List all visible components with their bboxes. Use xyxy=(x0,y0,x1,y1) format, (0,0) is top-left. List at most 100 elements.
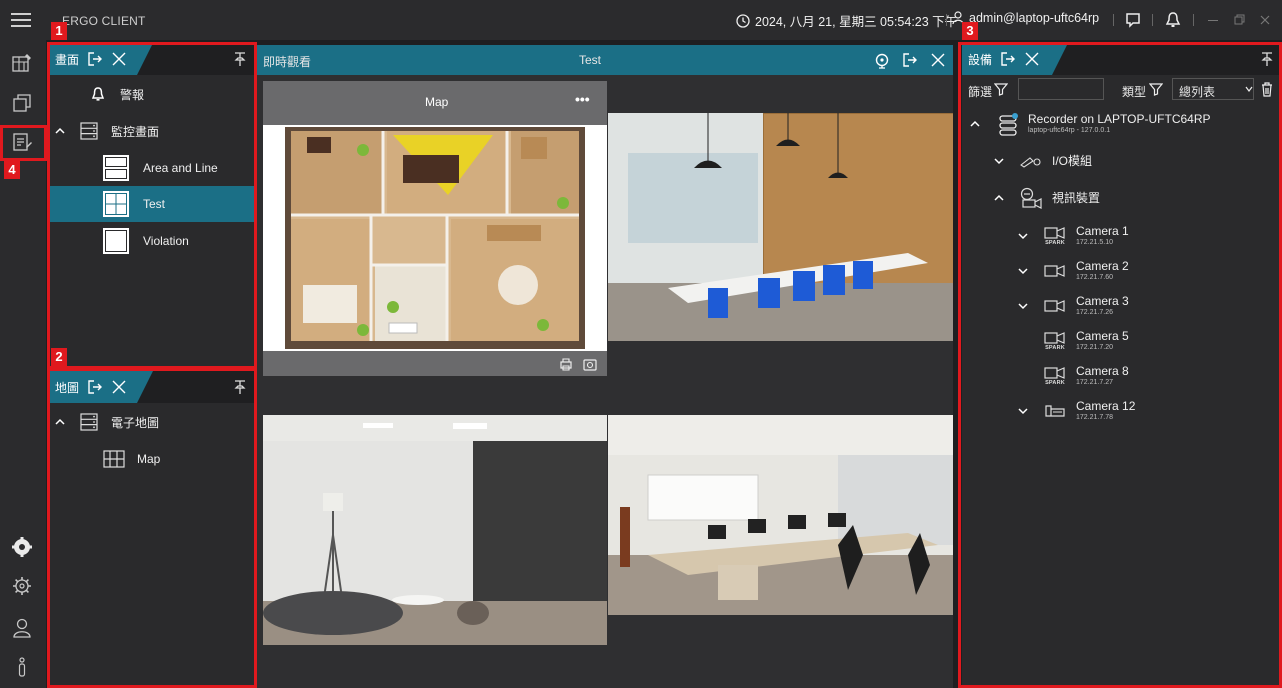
camera-icon xyxy=(1042,299,1068,313)
filter-icon[interactable] xyxy=(1149,82,1163,96)
close-icon[interactable] xyxy=(111,379,127,395)
camera-icon: SPARK xyxy=(1042,331,1068,351)
devices-panel: 設備 篩選 類型 總列表 Recorder on LAPTOP-UFTC64RP… xyxy=(962,43,1280,688)
chevron-up-icon[interactable] xyxy=(55,417,65,427)
tab-views[interactable]: 畫面 xyxy=(49,43,153,75)
type-label: 類型 xyxy=(1122,85,1147,99)
chevron-down-icon[interactable] xyxy=(1018,301,1028,311)
fisheye-camera-icon xyxy=(1042,403,1068,419)
tree-group-emap[interactable]: 電子地圖 xyxy=(49,404,254,440)
camera-badge: SPARK xyxy=(1045,380,1065,386)
server-icon xyxy=(79,412,99,432)
layout-quad-icon xyxy=(102,190,130,218)
restore-icon[interactable] xyxy=(1232,11,1250,29)
tree-item-label: 監控畫面 xyxy=(111,124,160,139)
tree-item-violation[interactable]: Violation xyxy=(49,223,254,259)
map-cell[interactable]: Map ••• xyxy=(263,81,607,376)
live-view-label: 即時觀看 xyxy=(263,55,312,69)
camera-ip: 172.21.7.78 xyxy=(1076,414,1113,421)
close-icon[interactable] xyxy=(111,51,127,67)
camera-row[interactable]: Camera 3 172.21.7.26 xyxy=(962,293,1280,319)
minimize-icon[interactable] xyxy=(1206,11,1224,29)
camera-view-1[interactable] xyxy=(608,81,953,376)
tree-item-label: Area and Line xyxy=(143,161,218,175)
tree-item-alarm[interactable]: 警報 xyxy=(49,76,254,112)
chevron-down-icon[interactable] xyxy=(1018,231,1028,241)
video-grid: Map ••• xyxy=(257,75,953,688)
camera-name: Camera 3 xyxy=(1076,294,1129,308)
recorder-row[interactable]: Recorder on LAPTOP-UFTC64RP laptop-uftc6… xyxy=(962,111,1280,137)
chevron-up-icon[interactable] xyxy=(55,126,65,136)
camera-row[interactable]: SPARK Camera 1 172.21.5.10 xyxy=(962,223,1280,249)
filter-icon[interactable] xyxy=(994,82,1008,96)
advanced-settings-icon[interactable] xyxy=(11,575,33,597)
annotation-label-3: 3 xyxy=(962,22,978,40)
export-icon[interactable] xyxy=(1000,51,1016,67)
clock-icon xyxy=(736,13,750,28)
message-icon[interactable] xyxy=(1124,11,1142,29)
windows-icon[interactable] xyxy=(11,92,33,114)
close-icon[interactable] xyxy=(1024,51,1040,67)
view-title: Test xyxy=(579,53,602,67)
settings-icon[interactable] xyxy=(11,536,33,558)
tab-devices[interactable]: 設備 xyxy=(962,43,1068,75)
recorder-icon xyxy=(998,112,1020,136)
chevron-down-icon[interactable] xyxy=(1018,266,1028,276)
camera-row[interactable]: SPARK Camera 8 172.21.7.27 xyxy=(962,363,1280,389)
app-title: ERGO CLIENT xyxy=(62,14,146,28)
tab-maps[interactable]: 地圖 xyxy=(49,371,153,403)
tree-item-area-and-line[interactable]: Area and Line xyxy=(49,150,254,186)
tree-item-map[interactable]: Map xyxy=(49,441,254,477)
close-icon[interactable] xyxy=(930,52,946,68)
export-icon[interactable] xyxy=(902,52,918,68)
divider xyxy=(1193,14,1194,26)
export-icon[interactable] xyxy=(87,379,103,395)
user-account-icon[interactable] xyxy=(11,617,33,639)
annotation-label-4: 4 xyxy=(4,161,20,179)
export-icon[interactable] xyxy=(87,51,103,67)
bell-icon xyxy=(90,86,106,102)
chevron-down-icon xyxy=(1245,85,1253,93)
io-module-row[interactable]: I/O模組 xyxy=(962,148,1280,174)
ptz-icon[interactable] xyxy=(873,51,891,69)
clock: 2024, 八月 21, 星期三 05:54:23 下午 xyxy=(736,11,957,30)
tree-item-test[interactable]: Test xyxy=(49,186,254,222)
camera-row[interactable]: SPARK Camera 5 172.21.7.20 xyxy=(962,328,1280,354)
tree-item-label: Test xyxy=(143,197,166,211)
close-window-icon[interactable] xyxy=(1258,11,1276,29)
type-select[interactable]: 總列表 xyxy=(1172,78,1254,100)
camera-name: Camera 12 xyxy=(1076,399,1136,413)
pin-icon[interactable] xyxy=(1260,51,1274,67)
more-menu-icon[interactable]: ••• xyxy=(575,91,590,107)
filter-input[interactable] xyxy=(1018,78,1104,100)
camera-ip: 172.21.7.26 xyxy=(1076,309,1113,316)
live-view-header: 即時觀看 Test xyxy=(257,45,953,75)
chevron-up-icon[interactable] xyxy=(970,119,980,129)
pin-icon[interactable] xyxy=(233,379,247,395)
bell-icon[interactable] xyxy=(1164,11,1182,29)
camera-view-2[interactable] xyxy=(263,383,607,688)
chevron-down-icon[interactable] xyxy=(1018,406,1028,416)
pin-icon[interactable] xyxy=(233,51,247,67)
print-icon[interactable] xyxy=(559,357,573,371)
info-icon[interactable] xyxy=(11,656,33,678)
camera-row[interactable]: Camera 2 172.21.7.60 xyxy=(962,258,1280,284)
camera-image xyxy=(608,415,953,615)
camera-icon xyxy=(1042,264,1068,278)
layout-edit-icon[interactable] xyxy=(11,52,33,74)
camera-row[interactable]: Camera 12 172.21.7.78 xyxy=(962,398,1280,424)
camera-snapshot-icon[interactable] xyxy=(583,357,597,371)
camera-view-3[interactable] xyxy=(608,383,953,688)
video-devices-row[interactable]: 視訊裝置 xyxy=(962,185,1280,211)
report-edit-icon[interactable] xyxy=(11,131,33,153)
camera-name: Camera 5 xyxy=(1076,329,1129,343)
tab-label: 設備 xyxy=(968,52,993,67)
chevron-down-icon[interactable] xyxy=(994,156,1004,166)
camera-ip: 172.21.7.60 xyxy=(1076,274,1113,281)
floor-plan-image xyxy=(263,125,607,351)
trash-icon[interactable] xyxy=(1260,81,1274,97)
chevron-up-icon[interactable] xyxy=(994,193,1004,203)
camera-image xyxy=(608,113,953,341)
menu-icon[interactable] xyxy=(10,9,32,31)
tree-group-monitor[interactable]: 監控畫面 xyxy=(49,113,254,149)
